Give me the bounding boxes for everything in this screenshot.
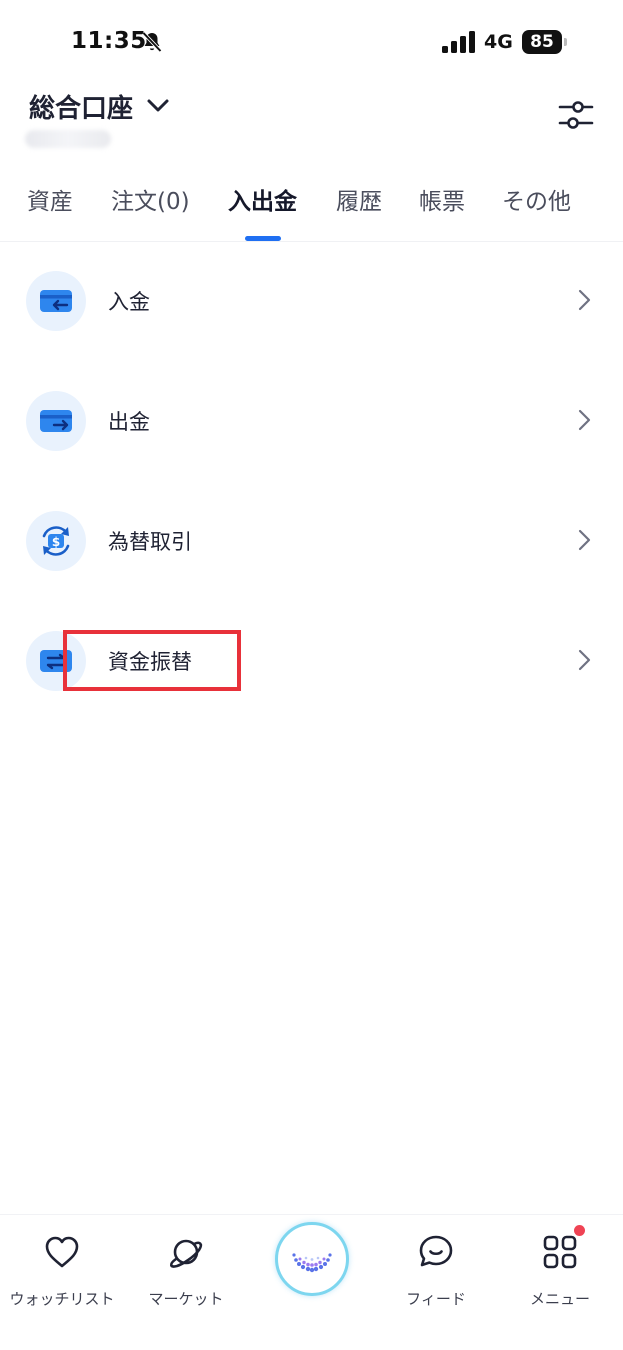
tab-assets[interactable]: 資産	[27, 182, 73, 216]
menu-item-label: 入金	[108, 290, 150, 314]
fund-transfer-icon	[26, 631, 86, 691]
currency-exchange-icon: $	[26, 511, 86, 571]
assistant-orb-button[interactable]	[275, 1222, 349, 1296]
withdraw-card-icon	[26, 391, 86, 451]
tab-history[interactable]: 履歴	[336, 182, 382, 216]
notification-dot	[574, 1225, 585, 1236]
battery-level: 85	[530, 32, 554, 52]
active-tab-indicator	[245, 236, 281, 241]
nav-market[interactable]: マーケット	[124, 1233, 248, 1313]
status-bar: 11:35 4G 85	[0, 0, 623, 86]
chevron-down-icon	[147, 99, 169, 112]
tab-other[interactable]: その他	[502, 182, 571, 216]
battery-icon: 85	[522, 30, 568, 54]
chevron-right-icon	[578, 409, 591, 431]
bell-muted-icon	[142, 31, 162, 53]
account-title: 総合口座	[29, 93, 134, 124]
network-type: 4G	[484, 31, 513, 53]
chat-bubble-icon	[419, 1235, 453, 1267]
menu-item-fund-transfer[interactable]: 資金振替	[0, 602, 623, 722]
grid-icon	[543, 1235, 577, 1269]
chevron-right-icon	[578, 289, 591, 311]
menu-item-withdraw[interactable]: 出金	[0, 362, 623, 482]
tab-reports[interactable]: 帳票	[419, 182, 465, 216]
filter-settings-icon[interactable]	[558, 98, 594, 132]
menu-item-deposit[interactable]: 入金	[0, 242, 623, 362]
nav-label: フィード	[406, 1290, 466, 1308]
tab-bar: 資産 注文(0) 入出金 履歴 帳票 その他	[0, 170, 623, 242]
account-selector[interactable]: 総合口座	[29, 86, 171, 126]
menu-item-fx-trading[interactable]: $ 為替取引	[0, 482, 623, 602]
account-number-blurred	[25, 130, 111, 148]
chevron-right-icon	[578, 529, 591, 551]
assistant-orb-icon	[292, 1253, 332, 1273]
planet-icon	[169, 1239, 203, 1268]
tab-orders[interactable]: 注文(0)	[111, 182, 190, 216]
nav-label: メニュー	[529, 1290, 590, 1308]
nav-label: ウォッチリスト	[9, 1290, 115, 1308]
menu-item-label: 出金	[108, 410, 150, 434]
bottom-nav: ウォッチリスト マーケット フィード メニュー	[0, 1214, 623, 1350]
deposit-card-icon	[26, 271, 86, 331]
svg-text:$: $	[52, 535, 60, 549]
chevron-right-icon	[578, 649, 591, 671]
nav-label: マーケット	[148, 1290, 224, 1308]
heart-icon	[45, 1236, 79, 1268]
nav-feed[interactable]: フィード	[374, 1233, 498, 1313]
status-time: 11:35	[71, 28, 147, 54]
nav-menu[interactable]: メニュー	[498, 1225, 622, 1313]
signal-icon	[442, 31, 475, 53]
nav-watchlist[interactable]: ウォッチリスト	[0, 1233, 124, 1313]
tab-deposit-withdraw[interactable]: 入出金	[228, 182, 297, 216]
menu-item-label: 為替取引	[108, 530, 192, 554]
menu-item-label: 資金振替	[108, 650, 192, 674]
